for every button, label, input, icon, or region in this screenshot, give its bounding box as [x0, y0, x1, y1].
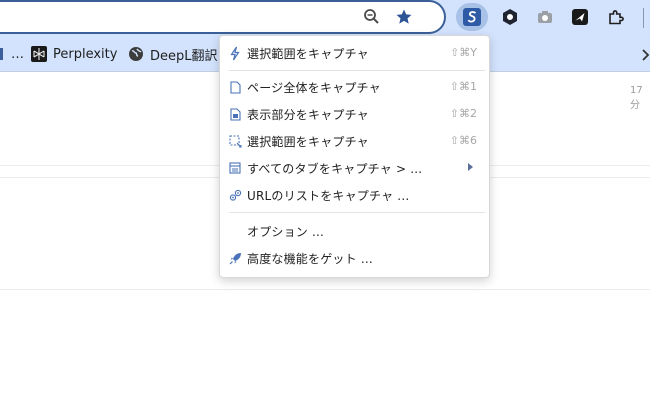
divider [0, 289, 650, 290]
lightning-icon [228, 45, 242, 61]
menu-item-capture-region[interactable]: 選択範囲をキャプチャ ⇧⌘6 [220, 130, 489, 152]
bookmark-star-icon[interactable] [394, 7, 414, 27]
bookmark-item-perplexity[interactable]: Perplexity [31, 45, 117, 63]
menu-item-label: ページ全体をキャプチャ [247, 81, 381, 95]
bookmark-overflow-marker [0, 48, 3, 60]
menu-item-get-advanced[interactable]: 高度な機能をゲット ... [220, 247, 489, 269]
bookmark-label: … [11, 46, 24, 62]
extensions-puzzle-icon[interactable] [606, 7, 626, 27]
menu-item-capture-all-tabs[interactable]: すべてのタブをキャプチャ > ... [220, 157, 489, 179]
zoom-icon[interactable] [362, 7, 382, 27]
menu-item-capture-url-list[interactable]: URLのリストをキャプチャ ... [220, 184, 489, 206]
menu-item-capture-full-page[interactable]: ページ全体をキャプチャ ⇧⌘1 [220, 76, 489, 98]
bookmark-label: Perplexity [53, 46, 118, 62]
bookmark-item-deepl[interactable]: DeepL翻訳： [128, 45, 231, 64]
rocket-icon [228, 250, 242, 266]
visible-area-icon [228, 106, 242, 122]
links-icon [228, 187, 242, 203]
menu-item-label: 選択範囲をキャプチャ [247, 135, 369, 149]
tabs-icon [228, 160, 242, 176]
menu-item-shortcut: ⇧⌘1 [449, 80, 477, 93]
menu-item-shortcut: ⇧⌘Y [450, 46, 477, 59]
timestamp: 17分 [630, 85, 643, 111]
page-icon [228, 79, 242, 95]
menu-item-shortcut: ⇧⌘2 [449, 107, 477, 120]
bookmark-item-overflow[interactable]: … [0, 45, 24, 63]
globe-icon [128, 46, 144, 62]
chevron-right-icon[interactable] [640, 47, 650, 61]
menu-item-capture-visible[interactable]: 表示部分をキャプチャ ⇧⌘2 [220, 103, 489, 125]
send-extension-icon[interactable] [570, 7, 590, 27]
screenshot-extension-icon[interactable] [462, 7, 482, 27]
toolbar-divider [643, 8, 644, 28]
menu-item-options[interactable]: オプション ... [220, 220, 489, 242]
menu-item-shortcut: ⇧⌘6 [449, 134, 477, 147]
menu-item-label: オプション ... [247, 225, 325, 239]
menu-item-label: 表示部分をキャプチャ [247, 108, 369, 122]
capture-menu: 選択範囲をキャプチャ ⇧⌘Y ページ全体をキャプチャ ⇧⌘1 表示部分をキャプチ… [219, 35, 490, 278]
menu-item-label: すべてのタブをキャプチャ > ... [247, 162, 423, 176]
selection-icon [228, 133, 242, 149]
menu-item-capture-selection[interactable]: 選択範囲をキャプチャ ⇧⌘Y [220, 42, 489, 64]
menu-separator [229, 70, 485, 71]
menu-separator [229, 212, 485, 213]
menu-item-label: URLのリストをキャプチャ ... [247, 189, 410, 203]
camera-icon[interactable] [535, 7, 555, 27]
menu-item-label: 高度な機能をゲット ... [247, 252, 373, 266]
address-bar[interactable] [0, 0, 446, 34]
menu-item-label: 選択範囲をキャプチャ [247, 47, 369, 61]
submenu-arrow-icon [468, 163, 473, 171]
hexagon-extension-icon[interactable] [500, 7, 520, 27]
browser-toolbar [0, 0, 650, 36]
perplexity-icon [31, 46, 47, 62]
